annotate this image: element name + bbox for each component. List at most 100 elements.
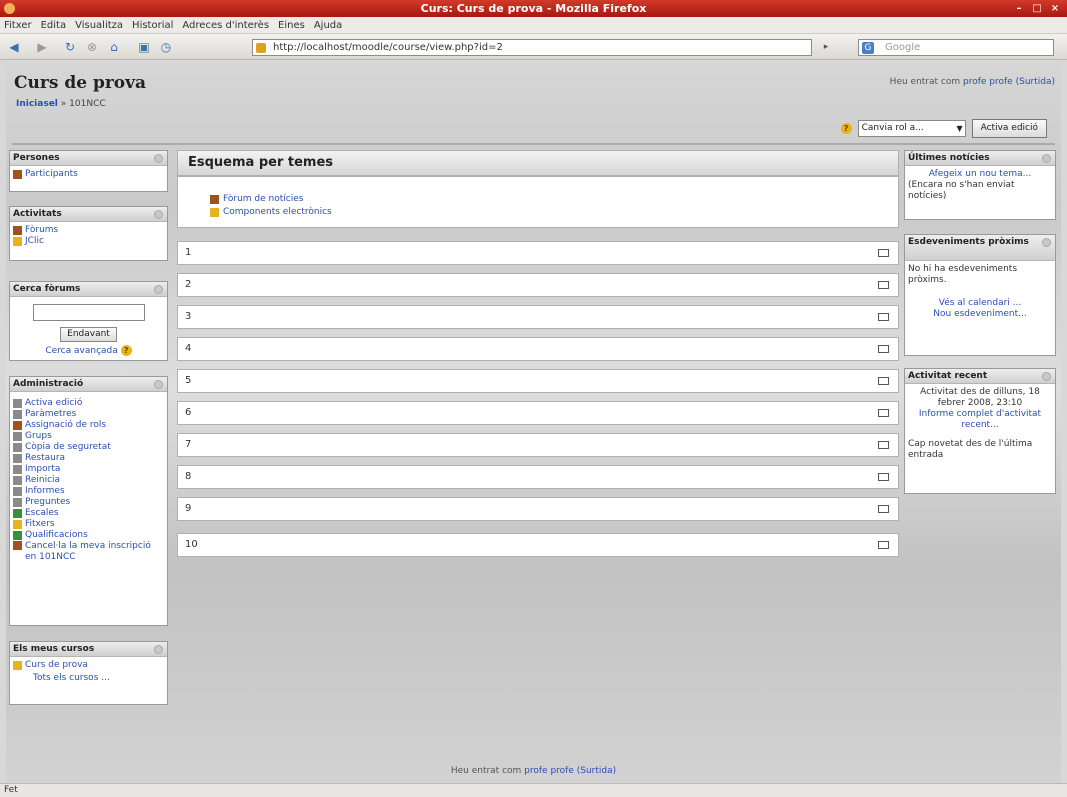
url-bar[interactable]: http://localhost/moodle/course/view.php?… — [252, 39, 812, 56]
show-only-topic-icon[interactable] — [878, 473, 889, 481]
block-meus-cursos: Els meus cursos Curs de prova Tots els c… — [9, 641, 168, 705]
topic-row: 1 — [177, 241, 899, 265]
edit-icon — [13, 399, 22, 408]
full-report-link[interactable]: Informe complet d'activitat recent... — [908, 409, 1052, 431]
role-select[interactable]: Canvia rol a... ▼ — [857, 120, 966, 137]
block-activitats: Activitats Fòrums JClic — [9, 206, 168, 261]
admin-preguntes[interactable]: Preguntes — [13, 497, 164, 508]
participants-link[interactable]: Participants — [13, 169, 164, 180]
menu-adreces[interactable]: Adreces d'interès — [182, 20, 269, 31]
show-only-topic-icon[interactable] — [878, 281, 889, 289]
block-title: Persones — [13, 153, 60, 163]
show-only-topic-icon[interactable] — [878, 505, 889, 513]
show-only-topic-icon[interactable] — [878, 409, 889, 417]
go-icon[interactable]: ▸ — [818, 39, 834, 55]
admin-assignacio-rols[interactable]: Assignació de rols — [13, 420, 164, 431]
calendar-link[interactable]: Vés al calendari ... — [908, 298, 1052, 309]
favicon-icon — [256, 43, 266, 53]
menu-fitxer[interactable]: Fitxer — [4, 20, 32, 31]
maximize-icon[interactable]: □ — [1031, 3, 1043, 14]
advanced-search-link[interactable]: Cerca avançada ? — [13, 345, 164, 357]
forum-search-input[interactable] — [32, 304, 145, 321]
new-event-link[interactable]: Nou esdeveniment... — [908, 309, 1052, 320]
show-only-topic-icon[interactable] — [878, 313, 889, 321]
jclic-activity-link[interactable]: Components electrònics — [210, 206, 898, 219]
page-footer: Heu entrat com profe profe (Surtida) — [450, 766, 617, 776]
bookmarks-icon[interactable]: ▣ — [136, 39, 152, 55]
reports-icon — [13, 487, 22, 496]
jclic-icon — [210, 208, 219, 217]
window-title: Curs: Curs de prova - Mozilla Firefox — [420, 2, 647, 15]
menu-ajuda[interactable]: Ajuda — [314, 20, 342, 31]
admin-importa[interactable]: Importa — [13, 464, 164, 475]
menu-edita[interactable]: Edita — [41, 20, 67, 31]
history-icon[interactable]: ◷ — [158, 39, 174, 55]
logout-link[interactable]: (Surtida) — [1016, 77, 1055, 87]
jclic-icon — [13, 237, 22, 246]
menu-eines[interactable]: Eines — [278, 20, 305, 31]
menu-visualitza[interactable]: Visualitza — [75, 20, 123, 31]
footer-user-link[interactable]: profe profe — [524, 766, 574, 776]
course-link[interactable]: Curs de prova — [13, 660, 164, 671]
show-only-topic-icon[interactable] — [878, 441, 889, 449]
admin-qualificacions[interactable]: Qualificacions — [13, 530, 164, 541]
forward-icon[interactable]: ▶ — [34, 39, 50, 55]
search-placeholder: Google — [885, 42, 921, 53]
news-forum-link[interactable]: Fòrum de notícies — [210, 193, 898, 206]
activity-jclic-link[interactable]: JClic — [13, 236, 164, 247]
add-topic-link[interactable]: Afegeix un nou tema... — [908, 169, 1052, 180]
forum-icon — [210, 195, 219, 204]
hide-block-icon[interactable] — [1042, 154, 1051, 163]
hide-block-icon[interactable] — [154, 154, 163, 163]
activity-forums-link[interactable]: Fòrums — [13, 225, 164, 236]
show-only-topic-icon[interactable] — [878, 377, 889, 385]
admin-activa-edicio[interactable]: Activa edició — [13, 398, 164, 409]
admin-copia-seguretat[interactable]: Còpia de seguretat — [13, 442, 164, 453]
hide-block-icon[interactable] — [154, 380, 163, 389]
scales-icon — [13, 509, 22, 518]
folder-icon — [13, 520, 22, 529]
admin-reinicia[interactable]: Reinicia — [13, 475, 164, 486]
topic-row: 2 — [177, 273, 899, 297]
chevron-down-icon: ▼ — [956, 124, 963, 133]
topic-row: 7 — [177, 433, 899, 457]
stop-icon[interactable]: ⊗ — [84, 39, 100, 55]
all-courses-link[interactable]: Tots els cursos ... — [13, 673, 164, 684]
admin-restaura[interactable]: Restaura — [13, 453, 164, 464]
admin-parametres[interactable]: Paràmetres — [13, 409, 164, 420]
hide-block-icon[interactable] — [154, 645, 163, 654]
edit-mode-button[interactable]: Activa edició — [971, 119, 1047, 138]
admin-cancel-inscripcio[interactable]: Cancel·la la meva inscripció en 101NCC — [13, 541, 164, 563]
hide-block-icon[interactable] — [154, 285, 163, 294]
help-icon[interactable]: ? — [120, 345, 132, 356]
reload-icon[interactable]: ↻ — [62, 39, 78, 55]
admin-grups[interactable]: Grups — [13, 431, 164, 442]
hide-block-icon[interactable] — [1042, 238, 1051, 247]
home-icon[interactable]: ⌂ — [106, 39, 122, 55]
admin-fitxers[interactable]: Fitxers — [13, 519, 164, 530]
block-administracio: Administració Activa edició Paràmetres A… — [9, 376, 168, 626]
show-only-topic-icon[interactable] — [878, 541, 889, 549]
show-only-topic-icon[interactable] — [878, 345, 889, 353]
restore-icon — [13, 454, 22, 463]
topic-0: Fòrum de notícies Components electrònics — [177, 176, 899, 228]
menu-historial[interactable]: Historial — [132, 20, 173, 31]
back-icon[interactable]: ◀ — [6, 39, 22, 55]
close-icon[interactable]: × — [1049, 3, 1061, 14]
menubar: Fitxer Edita Visualitza Historial Adrece… — [0, 17, 1067, 34]
search-go-button[interactable]: Endavant — [60, 327, 117, 342]
hide-block-icon[interactable] — [1042, 372, 1051, 381]
settings-icon — [13, 410, 22, 419]
show-only-topic-icon[interactable] — [878, 249, 889, 257]
help-icon[interactable]: ? — [840, 123, 852, 134]
topic-row: 5 — [177, 369, 899, 393]
footer-logout-link[interactable]: (Surtida) — [577, 766, 616, 776]
roles-icon — [13, 421, 22, 430]
hide-block-icon[interactable] — [154, 210, 163, 219]
login-user-link[interactable]: profe profe — [963, 77, 1013, 87]
admin-informes[interactable]: Informes — [13, 486, 164, 497]
minimize-icon[interactable]: – — [1013, 3, 1025, 14]
breadcrumb-home[interactable]: Iniciasel — [16, 99, 58, 109]
admin-escales[interactable]: Escales — [13, 508, 164, 519]
search-input[interactable]: G Google — [858, 39, 1054, 56]
